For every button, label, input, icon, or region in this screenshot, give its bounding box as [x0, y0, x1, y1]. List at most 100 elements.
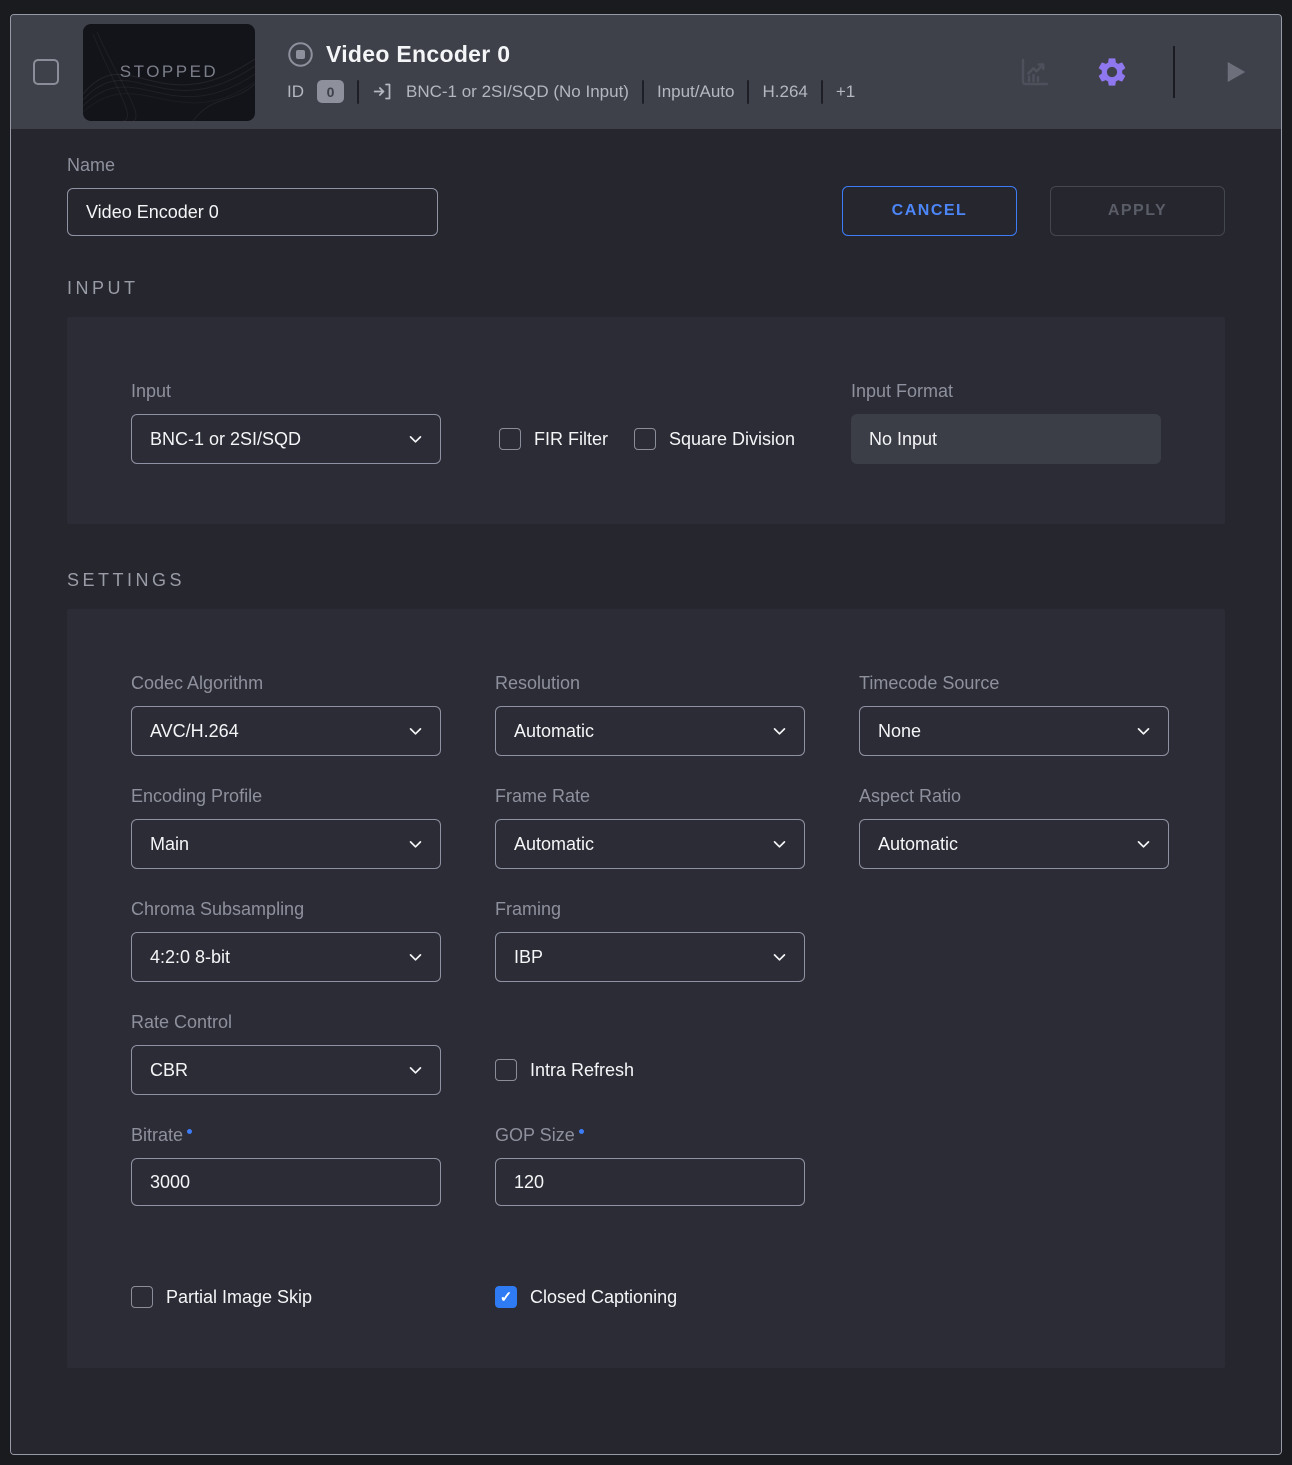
- encoder-config-body: Name CANCEL APPLY INPUT Input BNC-1 or 2…: [11, 129, 1281, 1454]
- breadcrumb: ID 0 BNC-1 or 2SI/SQD (No Input) Input/A…: [287, 80, 855, 104]
- rate-control-label: Rate Control: [131, 1012, 441, 1033]
- gop-size-input[interactable]: [495, 1158, 805, 1206]
- input-section: INPUT Input BNC-1 or 2SI/SQD: [67, 278, 1225, 524]
- encoding-profile-select[interactable]: Main: [131, 819, 441, 869]
- framing-label: Framing: [495, 899, 805, 920]
- input-select-value: BNC-1 or 2SI/SQD: [150, 429, 301, 450]
- timecode-source-label: Timecode Source: [859, 673, 1169, 694]
- start-encoder-button[interactable]: [1215, 53, 1253, 91]
- separator: [642, 80, 644, 104]
- chevron-down-icon: [771, 949, 788, 966]
- resolution-select[interactable]: Automatic: [495, 706, 805, 756]
- aspect-ratio-select[interactable]: Automatic: [859, 819, 1169, 869]
- input-format-value: No Input: [851, 414, 1161, 464]
- rate-control-value: CBR: [150, 1060, 188, 1081]
- chroma-subsampling-select[interactable]: 4:2:0 8-bit: [131, 932, 441, 982]
- chroma-subsampling-label: Chroma Subsampling: [131, 899, 441, 920]
- required-marker: [579, 1129, 584, 1134]
- timecode-source-select[interactable]: None: [859, 706, 1169, 756]
- encoding-profile-label: Encoding Profile: [131, 786, 441, 807]
- settings-button[interactable]: [1091, 51, 1133, 93]
- encoder-header: STOPPED Video Encoder 0 ID 0: [11, 15, 1281, 129]
- frame-rate-value: Automatic: [514, 834, 594, 855]
- input-format-text: No Input: [869, 429, 937, 450]
- aspect-ratio-value: Automatic: [878, 834, 958, 855]
- intra-refresh-checkbox[interactable]: [495, 1059, 517, 1081]
- input-format-label: Input Format: [851, 381, 1161, 402]
- name-label: Name: [67, 155, 438, 176]
- gear-icon: [1095, 55, 1129, 89]
- intra-refresh-checkbox-item[interactable]: Intra Refresh: [495, 1059, 634, 1081]
- chevron-down-icon: [407, 431, 424, 448]
- title-block: Video Encoder 0 ID 0 BNC-1 or 2SI/SQD (N…: [287, 41, 855, 104]
- partial-image-skip-checkbox-item[interactable]: Partial Image Skip: [131, 1286, 441, 1308]
- bitrate-label: Bitrate: [131, 1125, 183, 1146]
- gop-size-label: GOP Size: [495, 1125, 575, 1146]
- stats-button[interactable]: [1013, 50, 1057, 94]
- input-info: BNC-1 or 2SI/SQD (No Input): [406, 82, 629, 102]
- intra-refresh-label: Intra Refresh: [530, 1060, 634, 1081]
- apply-button[interactable]: APPLY: [1050, 186, 1225, 236]
- input-section-heading: INPUT: [67, 278, 1225, 299]
- id-badge: 0: [317, 80, 344, 103]
- closed-captioning-checkbox[interactable]: [495, 1286, 517, 1308]
- fir-filter-checkbox[interactable]: [499, 428, 521, 450]
- select-encoder-checkbox[interactable]: [33, 59, 59, 85]
- status-badge: STOPPED: [120, 62, 218, 82]
- chart-icon: [1017, 54, 1053, 90]
- closed-captioning-label: Closed Captioning: [530, 1287, 677, 1308]
- encoder-config-page: STOPPED Video Encoder 0 ID 0: [0, 0, 1292, 1465]
- video-encoder-panel: STOPPED Video Encoder 0 ID 0: [10, 14, 1282, 1455]
- codec-algorithm-label: Codec Algorithm: [131, 673, 441, 694]
- input-source-icon: [372, 81, 393, 102]
- resolution-label: Resolution: [495, 673, 805, 694]
- preview-thumbnail[interactable]: STOPPED: [83, 24, 255, 121]
- fir-filter-label: FIR Filter: [534, 429, 608, 450]
- frame-rate-select[interactable]: Automatic: [495, 819, 805, 869]
- input-select[interactable]: BNC-1 or 2SI/SQD: [131, 414, 441, 464]
- input-label: Input: [131, 381, 441, 402]
- chevron-down-icon: [407, 836, 424, 853]
- aspect-ratio-label: Aspect Ratio: [859, 786, 1169, 807]
- chevron-down-icon: [1135, 723, 1152, 740]
- settings-section-heading: SETTINGS: [67, 570, 1225, 591]
- rate-control-select[interactable]: CBR: [131, 1045, 441, 1095]
- partial-image-skip-label: Partial Image Skip: [166, 1287, 312, 1308]
- bitrate-input[interactable]: [131, 1158, 441, 1206]
- chevron-down-icon: [1135, 836, 1152, 853]
- codec-info: H.264: [762, 82, 807, 102]
- chroma-subsampling-value: 4:2:0 8-bit: [150, 947, 230, 968]
- mode-info: Input/Auto: [657, 82, 735, 102]
- closed-captioning-checkbox-item[interactable]: Closed Captioning: [495, 1286, 805, 1308]
- name-input[interactable]: [67, 188, 438, 236]
- codec-algorithm-select[interactable]: AVC/H.264: [131, 706, 441, 756]
- chevron-down-icon: [407, 723, 424, 740]
- resolution-value: Automatic: [514, 721, 594, 742]
- required-marker: [187, 1129, 192, 1134]
- fir-filter-checkbox-item[interactable]: FIR Filter: [499, 428, 608, 450]
- header-actions: [1013, 46, 1253, 98]
- framing-value: IBP: [514, 947, 543, 968]
- partial-image-skip-checkbox[interactable]: [131, 1286, 153, 1308]
- name-row: Name CANCEL APPLY: [67, 155, 1225, 236]
- stopped-state-icon: [287, 41, 314, 68]
- play-icon: [1219, 57, 1249, 87]
- id-label: ID: [287, 82, 304, 102]
- codec-algorithm-value: AVC/H.264: [150, 721, 239, 742]
- chevron-down-icon: [407, 1062, 424, 1079]
- square-division-checkbox[interactable]: [634, 428, 656, 450]
- divider: [1173, 46, 1175, 98]
- separator: [357, 80, 359, 104]
- square-division-checkbox-item[interactable]: Square Division: [634, 428, 795, 450]
- chevron-down-icon: [771, 723, 788, 740]
- frame-rate-label: Frame Rate: [495, 786, 805, 807]
- cancel-button[interactable]: CANCEL: [842, 186, 1017, 236]
- timecode-source-value: None: [878, 721, 921, 742]
- settings-card: Codec Algorithm AVC/H.264 Resolution Aut…: [67, 609, 1225, 1368]
- more-info-badge[interactable]: +1: [836, 82, 855, 102]
- separator: [747, 80, 749, 104]
- input-card: Input BNC-1 or 2SI/SQD FIR Filter: [67, 317, 1225, 524]
- encoding-profile-value: Main: [150, 834, 189, 855]
- square-division-label: Square Division: [669, 429, 795, 450]
- framing-select[interactable]: IBP: [495, 932, 805, 982]
